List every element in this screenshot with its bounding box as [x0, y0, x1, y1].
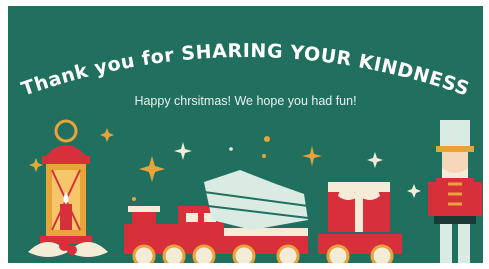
svg-text:Thank you for SHARING YOUR KIN: Thank you for SHARING YOUR KINDNESS — [19, 40, 473, 101]
gift-box-icon — [328, 182, 390, 232]
card-title: Thank you for SHARING YOUR KINDNESS — [19, 40, 473, 101]
toy-train-icon — [124, 170, 402, 263]
card-subtitle: Happy chrsitmas! We hope you had fun! — [134, 94, 357, 108]
christmas-card: Thank you for SHARING YOUR KINDNESS Happ… — [8, 6, 483, 263]
nutcracker-icon — [428, 120, 482, 263]
christmas-tree-icon — [203, 170, 309, 230]
lantern-icon — [40, 119, 92, 244]
